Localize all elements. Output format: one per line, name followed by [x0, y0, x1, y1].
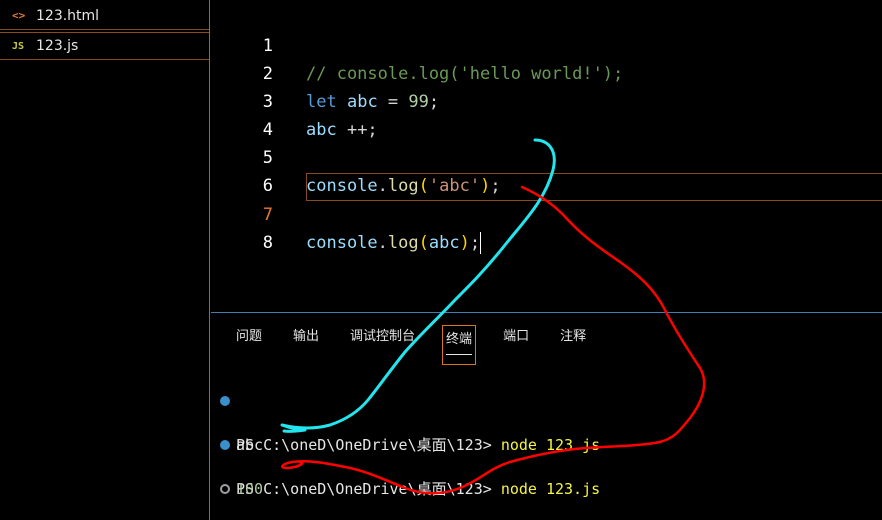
code-semicolon: ;: [469, 233, 481, 253]
file-item-123-html[interactable]: <> 123.html: [0, 2, 209, 30]
explorer-sidebar: <> 123.html JS 123.js: [0, 0, 210, 520]
terminal-line: 100: [211, 456, 882, 498]
code-line-4[interactable]: 4: [211, 88, 882, 140]
js-file-icon: JS: [12, 40, 25, 52]
file-name: 123.js: [36, 38, 79, 54]
terminal-line: PS C:\oneD\OneDrive\桌面\123> node 123.js: [211, 434, 882, 498]
tab-terminal[interactable]: 终端: [442, 325, 477, 365]
panel-tabs: 问题 输出 调试控制台 终端 端口 注释: [236, 325, 617, 365]
file-name: 123.html: [36, 7, 100, 24]
command-success-icon[interactable]: [220, 440, 230, 450]
file-item-123-js[interactable]: JS 123.js: [0, 32, 209, 60]
code-line-8[interactable]: 8: [211, 201, 882, 253]
terminal-line: abc: [211, 412, 882, 454]
code-line-1[interactable]: 1 // console.log('hello world!');: [211, 4, 882, 84]
tab-output[interactable]: 输出: [293, 325, 319, 365]
code-editor[interactable]: 1 // console.log('hello world!'); 2 let …: [211, 0, 882, 312]
text-cursor: [480, 232, 482, 254]
line-number: 8: [262, 233, 273, 253]
code-line-2[interactable]: 2 let abc = 99;: [211, 32, 882, 112]
code-line-5[interactable]: 5 console.log('abc');: [211, 116, 882, 196]
tab-debug-console[interactable]: 调试控制台: [350, 325, 415, 365]
tab-problems[interactable]: 问题: [236, 325, 262, 365]
html-file-icon: <>: [12, 9, 26, 22]
bottom-panel: 问题 输出 调试控制台 终端 端口 注释 PS C:\oneD\OneDrive…: [211, 312, 882, 520]
code-line-7[interactable]: 7 console.log(abc);: [211, 173, 882, 254]
code-line-3[interactable]: 3 abc ++;: [211, 60, 882, 140]
code-dot: .: [377, 233, 388, 253]
code-function: log: [387, 233, 419, 253]
terminal-line[interactable]: PS C:\oneD\OneDrive\桌面\123>: [211, 478, 882, 500]
tab-comments[interactable]: 注释: [560, 325, 586, 365]
terminal-line: PS C:\oneD\OneDrive\桌面\123> node 123.js: [211, 390, 882, 454]
code-object: console: [306, 233, 378, 253]
tab-ports[interactable]: 端口: [503, 325, 529, 365]
code-paren: ): [459, 233, 470, 253]
command-success-icon[interactable]: [220, 396, 230, 406]
code-line-6[interactable]: 6: [211, 144, 882, 196]
command-pending-icon: [220, 484, 230, 494]
code-variable: abc: [428, 233, 460, 253]
code-paren: (: [418, 233, 429, 253]
